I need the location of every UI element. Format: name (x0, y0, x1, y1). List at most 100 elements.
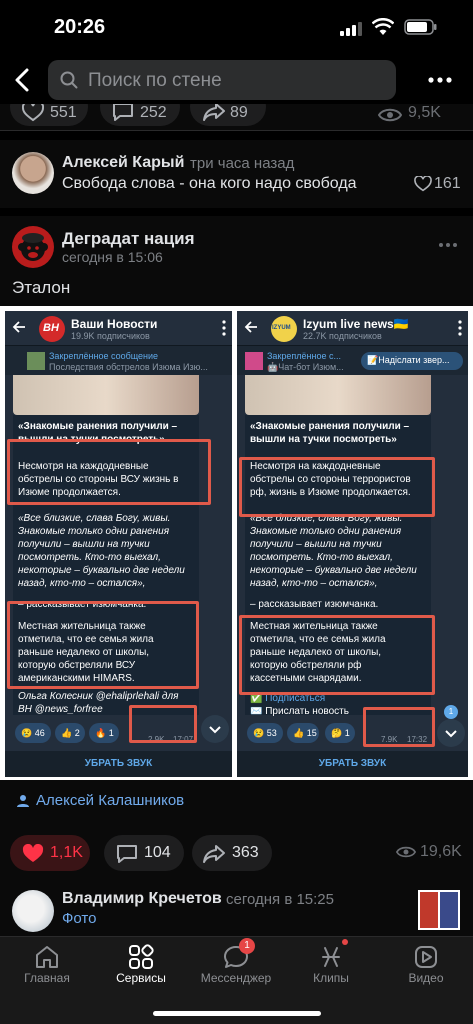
tab-video-label: Видео (408, 971, 444, 985)
clips-notification-dot (342, 939, 348, 945)
previous-repost-button[interactable]: 89 (190, 104, 266, 126)
tab-home[interactable]: Главная (0, 937, 94, 997)
post-signer[interactable]: Алексей Калашников (0, 780, 473, 822)
top-nav-bar: Поиск по стене (0, 56, 473, 104)
mute-bar: УБРАТЬ ЗВУК (5, 751, 232, 777)
post-time: сегодня в 15:06 (62, 249, 163, 265)
previous-repost-count: 89 (230, 104, 248, 121)
pinned-subtitle: Последствия обстрелов Изюма Изю... (49, 362, 208, 372)
unread-badge: 1 (444, 705, 458, 719)
more-vertical-icon (222, 320, 226, 336)
left-telegram-screenshot: ВН Ваши Новости 19.9K подписчиков Закреп… (5, 311, 232, 777)
telegram-header: ВН Ваши Новости 19.9K подписчиков (5, 311, 232, 345)
mute-label: УБРАТЬ ЗВУК (84, 758, 153, 769)
post-signer-name[interactable]: Алексей Калашников (36, 792, 184, 809)
comment-time: три часа назад (190, 155, 295, 172)
channel-subscribers: 19.9K подписчиков (71, 331, 150, 341)
pinned-title: Закреплённое сообщение (49, 351, 159, 361)
channel-avatar-text: ВН (43, 322, 59, 334)
comment-photo-thumbnail[interactable] (418, 890, 460, 930)
previous-like-count: 551 (50, 104, 77, 121)
msg-line: назад, кто-то – остался», (18, 578, 146, 589)
highlight-box (129, 705, 197, 743)
msg-line: получили – вышли на тучки (250, 539, 382, 550)
pinned-action-button: 📝Надіслати звер... (361, 352, 463, 370)
tab-clips[interactable]: Клипы (284, 937, 378, 997)
previous-comment-button[interactable]: 252 (100, 104, 180, 126)
post-author[interactable]: Деградат нация (62, 229, 195, 249)
channel-avatar: ВН (39, 316, 65, 342)
telegram-header: IZYUM Izyum live news🇺🇦 22.7K подписчико… (237, 311, 468, 345)
eye-icon (396, 846, 416, 858)
like-button[interactable]: 1,1K (10, 835, 90, 871)
post-image[interactable]: ВН Ваши Новости 19.9K подписчиков Закреп… (0, 306, 473, 780)
mute-bar: УБРАТЬ ЗВУК (237, 751, 468, 777)
comment-icon (117, 845, 137, 863)
channel-name: Izyum live news🇺🇦 (303, 317, 409, 331)
tab-messenger[interactable]: 1 Мессенджер (189, 937, 283, 997)
channel-avatar-text: IZYUM (272, 325, 291, 331)
msg-line: Знакомые только одни ранения (250, 526, 402, 537)
community-avatar[interactable] (12, 226, 54, 268)
like-count: 1,1K (50, 844, 83, 861)
tab-messenger-label: Мессенджер (200, 971, 272, 985)
previous-views-count: 9,5K (408, 104, 441, 121)
comment-count: 104 (144, 844, 171, 861)
search-placeholder: Поиск по стене (88, 70, 222, 91)
repost-button[interactable]: 363 (192, 835, 272, 871)
msg-line: посмотреть. Кто-то выехал, (18, 552, 161, 563)
comment-text: Свобода слова - она кого надо свобода (62, 175, 357, 192)
comment-author[interactable]: Владимир Кречетов (62, 890, 222, 908)
heart-icon (22, 104, 44, 122)
bottom-tab-bar: Главная Сервисы 1 Мессенджер Клипы Видео (0, 936, 473, 1024)
scroll-down-button (437, 719, 465, 747)
reaction: 🤔 1 (325, 723, 355, 743)
msg-line: Ольга Колесник @ehaliprlehali для (18, 691, 179, 702)
share-icon (203, 104, 225, 121)
channel-avatar: IZYUM (271, 316, 297, 342)
comment-button[interactable]: 104 (104, 835, 184, 871)
right-telegram-screenshot: IZYUM Izyum live news🇺🇦 22.7K подписчико… (237, 311, 468, 777)
message-photo (13, 375, 199, 415)
more-options-icon[interactable] (424, 66, 458, 94)
tab-services-label: Сервисы (116, 971, 166, 985)
post-more-icon[interactable] (438, 242, 458, 248)
msg-line: ✉️ Прислать новость (250, 706, 349, 717)
scroll-down-button (201, 715, 229, 743)
pinned-subtitle: 🤖Чат-бот Изюм... (267, 362, 344, 372)
highlight-box (7, 439, 211, 505)
avatar[interactable] (12, 890, 54, 932)
tab-video[interactable]: Видео (379, 937, 473, 997)
search-icon (60, 71, 78, 89)
pinned-message: Закреплённое с... 🤖Чат-бот Изюм... 📝Наді… (237, 345, 468, 375)
reaction: 👍 15 (287, 723, 319, 743)
comment-author[interactable]: Алексей Карый (62, 154, 184, 172)
monkey-logo-icon (18, 233, 48, 261)
tab-home-label: Главная (24, 971, 70, 985)
msg-line: – рассказывает изюмчанка. (250, 599, 379, 610)
msg-line: некоторые – буквально две недели (250, 565, 417, 576)
clips-icon (322, 947, 340, 967)
pinned-title: Закреплённое с... (267, 351, 341, 361)
home-icon (36, 946, 58, 968)
top-comment[interactable]: Алексей Карый три часа назад Свобода сло… (0, 140, 473, 208)
next-comment[interactable]: Владимир Кречетов сегодня в 15:25 Фото (0, 884, 473, 936)
msg-line: Знакомые только одни ранения (18, 526, 170, 537)
msg-line: вышли на тучки посмотреть» (250, 434, 397, 445)
wall-search-input[interactable]: Поиск по стене (48, 60, 396, 100)
previous-like-button[interactable]: 551 (10, 104, 88, 126)
msg-line: посмотреть. Кто-то выехал, (250, 552, 393, 563)
heart-icon[interactable] (414, 176, 432, 192)
previous-comment-count: 252 (140, 104, 167, 121)
divider (0, 208, 473, 216)
reaction: 😢 53 (247, 723, 283, 743)
back-icon[interactable] (8, 60, 34, 100)
msg-line: «Знакомые ранения получили – (18, 421, 178, 432)
avatar[interactable] (12, 152, 54, 194)
signal-icon (340, 22, 362, 36)
msg-line: «Все близкие, слава Богу, живы. (18, 513, 171, 524)
comment-attachment-link[interactable]: Фото (62, 910, 96, 927)
channel-subscribers: 22.7K подписчиков (303, 331, 382, 341)
tab-services[interactable]: Сервисы (94, 937, 188, 997)
highlight-box (239, 457, 435, 517)
